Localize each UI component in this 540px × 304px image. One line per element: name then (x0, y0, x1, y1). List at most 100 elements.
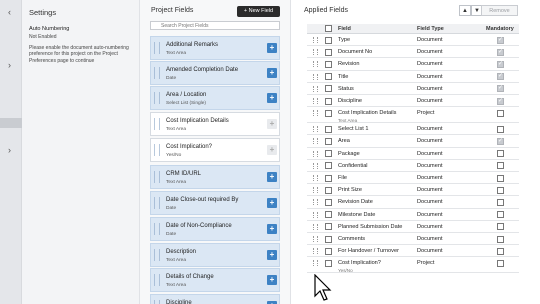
project-field-card[interactable]: Area / Location Select List (Single) + (150, 86, 280, 110)
drag-handle-icon[interactable] (313, 85, 318, 92)
mandatory-checkbox[interactable] (497, 174, 504, 182)
row-checkbox[interactable] (325, 97, 332, 105)
drag-handle-icon[interactable] (313, 98, 318, 104)
applied-field-row[interactable]: Cost Implication Details Text Area Project (307, 107, 519, 124)
drag-handle-icon[interactable] (313, 187, 318, 194)
drag-handle-icon[interactable] (313, 248, 318, 255)
add-field-plus-icon[interactable]: + (267, 68, 277, 78)
mandatory-checkbox[interactable] (497, 198, 504, 206)
row-checkbox[interactable] (325, 247, 332, 255)
mandatory-checkbox[interactable] (497, 162, 504, 170)
project-field-card[interactable]: Details of Change Text Area + (150, 268, 280, 292)
applied-field-row[interactable]: Area Document (307, 135, 519, 148)
drag-handle-icon[interactable] (154, 118, 160, 130)
drag-handle-icon[interactable] (154, 197, 160, 209)
drag-handle-icon[interactable] (154, 42, 160, 54)
applied-field-row[interactable]: Print Size Document (307, 184, 519, 197)
drag-handle-icon[interactable] (154, 300, 160, 304)
select-all-checkbox[interactable] (325, 25, 332, 32)
add-field-plus-icon[interactable]: + (267, 275, 277, 285)
applied-field-row[interactable]: Comments Document (307, 233, 519, 246)
applied-field-row[interactable]: Planned Submission Date Document (307, 221, 519, 233)
row-checkbox[interactable] (325, 125, 332, 133)
mandatory-checkbox[interactable] (497, 211, 504, 219)
row-checkbox[interactable] (325, 48, 332, 56)
project-field-card[interactable]: Amended Completion Date Date + (150, 61, 280, 85)
drag-handle-icon[interactable] (313, 110, 318, 117)
applied-field-row[interactable]: Type Document (307, 34, 519, 47)
drag-handle-icon[interactable] (154, 223, 160, 235)
chevron-left-icon[interactable]: ‹ (8, 7, 11, 17)
drag-handle-icon[interactable] (154, 274, 160, 286)
applied-field-row[interactable]: Milestone Date Document (307, 209, 519, 221)
chevron-right-icon[interactable]: › (8, 145, 11, 155)
applied-field-row[interactable]: Revision Document (307, 58, 519, 71)
drag-handle-icon[interactable] (313, 126, 318, 133)
mandatory-checkbox[interactable] (497, 247, 504, 255)
drag-handle-icon[interactable] (313, 162, 318, 169)
mandatory-checkbox[interactable] (497, 235, 504, 243)
project-field-card[interactable]: Cost Implication Details Text Area + (150, 112, 280, 136)
drag-handle-icon[interactable] (154, 249, 160, 261)
project-field-card[interactable]: Cost Implication? Yes/No + (150, 138, 280, 162)
move-up-button[interactable]: ▲ (459, 5, 471, 16)
row-checkbox[interactable] (325, 235, 332, 243)
add-field-plus-icon[interactable]: + (267, 145, 277, 155)
drag-handle-icon[interactable] (313, 49, 318, 56)
applied-field-row[interactable]: Cost Implication? Yes/No Project (307, 257, 519, 274)
drag-handle-icon[interactable] (313, 150, 318, 157)
new-field-button[interactable]: + New Field (237, 6, 280, 17)
mandatory-checkbox[interactable] (497, 150, 504, 158)
nav-selected-item[interactable] (0, 118, 22, 128)
row-checkbox[interactable] (325, 186, 332, 194)
applied-field-row[interactable]: Revision Date Document (307, 196, 519, 209)
row-checkbox[interactable] (325, 73, 332, 81)
row-checkbox[interactable] (325, 150, 332, 158)
applied-field-row[interactable]: Document No Document (307, 46, 519, 59)
row-checkbox[interactable] (325, 85, 332, 93)
mandatory-checkbox[interactable] (497, 259, 504, 267)
project-field-card[interactable]: Date Close-out required By Date + (150, 191, 280, 215)
add-field-plus-icon[interactable]: + (267, 172, 277, 182)
drag-handle-icon[interactable] (154, 67, 160, 79)
row-checkbox[interactable] (325, 109, 332, 117)
row-checkbox[interactable] (325, 60, 332, 68)
add-field-plus-icon[interactable]: + (267, 93, 277, 103)
row-checkbox[interactable] (325, 211, 332, 219)
drag-handle-icon[interactable] (313, 236, 318, 242)
row-checkbox[interactable] (325, 174, 332, 182)
search-project-fields-input[interactable] (150, 21, 280, 30)
mandatory-checkbox[interactable] (497, 223, 504, 231)
applied-field-row[interactable]: Confidential Document (307, 160, 519, 172)
drag-handle-icon[interactable] (154, 171, 160, 183)
project-field-card[interactable]: Discipline+ (150, 294, 280, 304)
mandatory-checkbox[interactable] (497, 186, 504, 194)
drag-handle-icon[interactable] (313, 223, 318, 230)
applied-field-row[interactable]: Select List 1 Document (307, 123, 519, 136)
project-field-card[interactable]: Date of Non-Compliance Date + (150, 217, 280, 241)
project-field-card[interactable]: CRM ID/URL Text Area + (150, 165, 280, 189)
row-checkbox[interactable] (325, 198, 332, 206)
add-field-plus-icon[interactable]: + (267, 198, 277, 208)
add-field-plus-icon[interactable]: + (267, 43, 277, 53)
applied-field-row[interactable]: File Document (307, 172, 519, 185)
add-field-plus-icon[interactable]: + (267, 250, 277, 260)
drag-handle-icon[interactable] (313, 138, 318, 145)
applied-field-row[interactable]: Package Document (307, 148, 519, 160)
mandatory-checkbox[interactable] (497, 109, 504, 117)
applied-field-row[interactable]: Title Document (307, 71, 519, 83)
mandatory-checkbox[interactable] (497, 125, 504, 133)
project-field-card[interactable]: Description Text Area + (150, 243, 280, 267)
drag-handle-icon[interactable] (313, 175, 318, 181)
row-checkbox[interactable] (325, 137, 332, 145)
drag-handle-icon[interactable] (313, 211, 318, 218)
applied-field-row[interactable]: Status Document (307, 83, 519, 95)
drag-handle-icon[interactable] (313, 61, 318, 68)
remove-button[interactable]: Remove (481, 5, 518, 16)
drag-handle-icon[interactable] (154, 92, 160, 104)
project-field-card[interactable]: Additional Remarks Text Area + (150, 36, 280, 60)
drag-handle-icon[interactable] (313, 260, 318, 267)
row-checkbox[interactable] (325, 162, 332, 170)
applied-field-row[interactable]: Discipline Document (307, 95, 519, 108)
add-field-plus-icon[interactable]: + (267, 224, 277, 234)
